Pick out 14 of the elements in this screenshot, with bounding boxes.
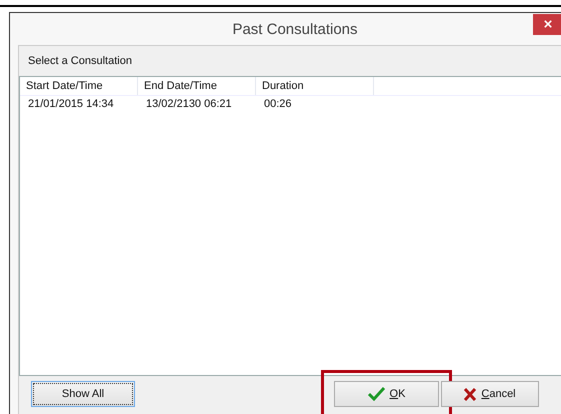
show-all-button[interactable]: Show All	[31, 381, 135, 407]
cancel-button[interactable]: Cancel	[441, 381, 539, 407]
cross-icon	[464, 388, 476, 400]
checkmark-icon	[368, 387, 385, 401]
table-cell-text: 13/02/2130 06:21	[145, 97, 233, 112]
ok-button[interactable]: OK	[334, 381, 439, 407]
panel-heading: Select a Consultation	[28, 55, 132, 67]
column-header[interactable]: Start Date/Time	[20, 77, 138, 95]
table-cell-text: 21/01/2015 14:34	[27, 97, 115, 112]
close-button[interactable]: ×	[533, 14, 561, 35]
table-cell-text: 00:26	[263, 97, 293, 112]
column-header[interactable]: Duration	[256, 77, 374, 95]
window-title: Past Consultations	[232, 20, 358, 38]
column-header[interactable]: End Date/Time	[138, 77, 256, 95]
